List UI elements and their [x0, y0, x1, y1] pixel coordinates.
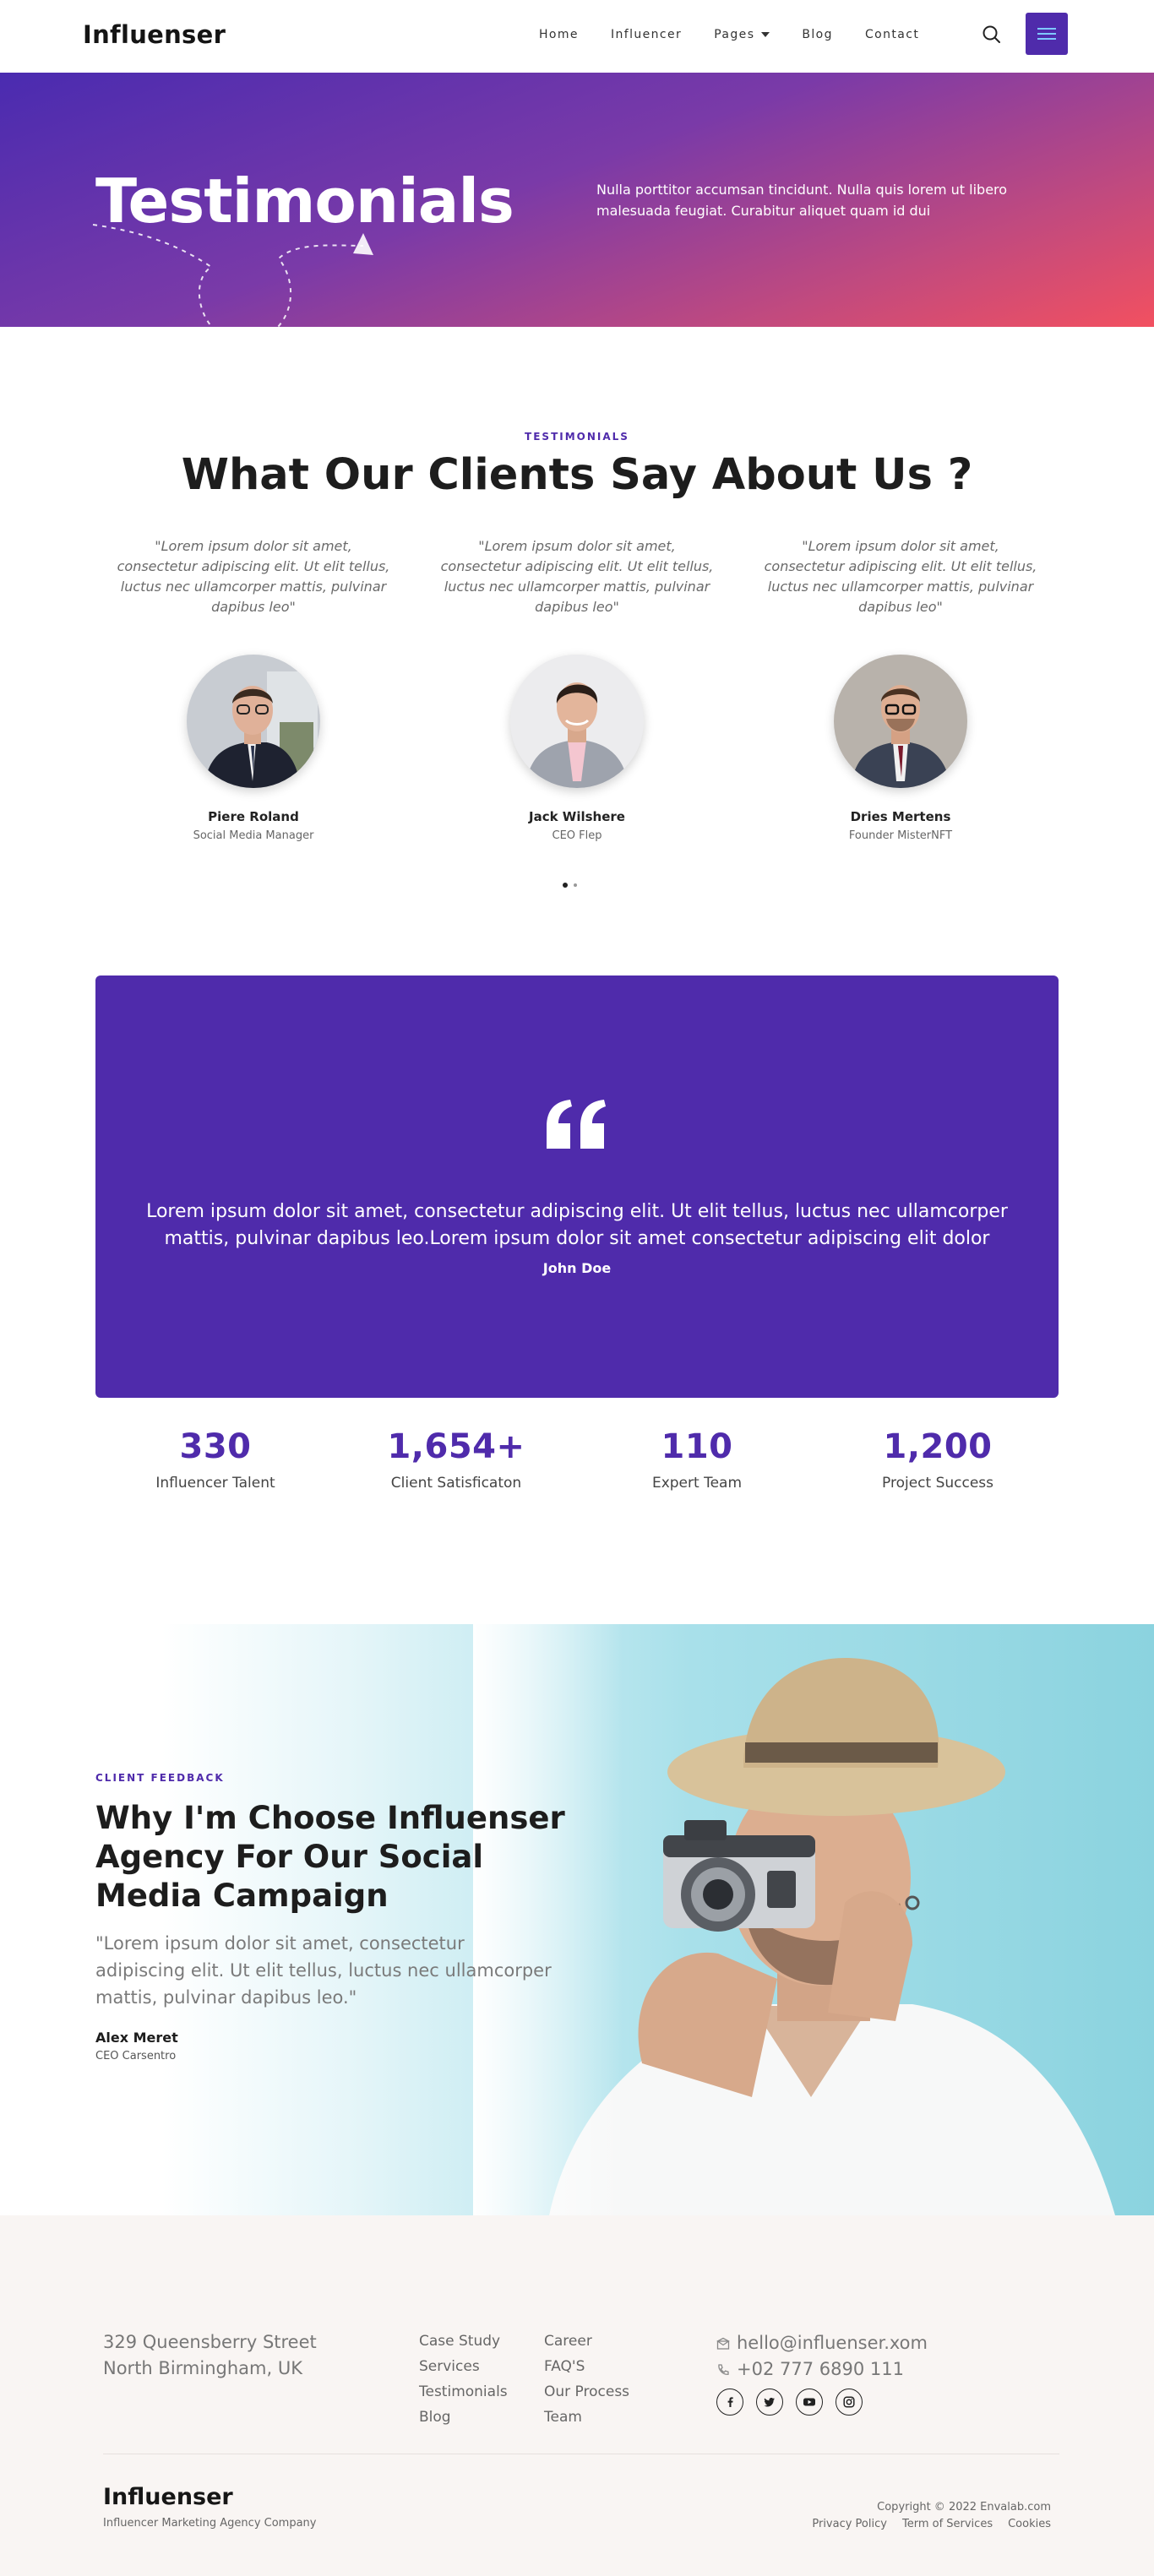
avatar — [187, 655, 320, 788]
testimonial-card: "Lorem ipsum dolor sit amet, consectetur… — [438, 536, 716, 842]
mail-icon — [716, 2337, 730, 2350]
search-icon[interactable] — [981, 24, 1003, 46]
footer-phone[interactable]: +02 777 6890 111 — [716, 2356, 928, 2383]
phone-text: +02 777 6890 111 — [737, 2359, 904, 2379]
photographer-image — [473, 1624, 1154, 2215]
nav-influencer[interactable]: Influencer — [611, 28, 682, 41]
avatar — [834, 655, 967, 788]
twitter-icon[interactable] — [756, 2389, 783, 2416]
testimonial-name: Jack Wilshere — [529, 809, 625, 824]
nav-blog[interactable]: Blog — [802, 28, 833, 41]
feedback-quote: "Lorem ipsum dolor sit amet, consectetur… — [95, 1933, 552, 2008]
stat-label: Influencer Talent — [155, 1475, 275, 1492]
stat-item: 1,200 Project Success — [832, 1427, 1043, 1492]
testimonial-quote: "Lorem ipsum dolor sit amet, consectetur… — [764, 538, 1037, 615]
footer-links-column: Career FAQ'S Our Process Team — [544, 2329, 629, 2430]
footer-link-blog[interactable]: Blog — [419, 2405, 508, 2430]
page-title: Testimonials — [95, 166, 514, 236]
feedback-author-role: CEO Carsentro — [95, 2050, 177, 2062]
email-text: hello@influenser.xom — [737, 2333, 928, 2353]
nav-contact[interactable]: Contact — [865, 28, 919, 41]
quote-icon — [95, 1098, 1059, 1155]
footer-address: 329 Queensberry Street North Birmingham,… — [103, 2329, 317, 2382]
testimonial-name: Piere Roland — [208, 809, 299, 824]
footer-email[interactable]: hello@influenser.xom — [716, 2330, 928, 2356]
stat-value: 110 — [661, 1427, 733, 1466]
nav-pages[interactable]: Pages — [714, 28, 770, 41]
footer-logo[interactable]: Influenser — [103, 2484, 233, 2510]
testimonial-quote: "Lorem ipsum dolor sit amet, consectetur… — [440, 538, 714, 615]
terms-of-service-link[interactable]: Term of Services — [902, 2518, 993, 2530]
footer-contact: hello@influenser.xom +02 777 6890 111 — [716, 2330, 928, 2383]
page-hero: Testimonials Nulla porttitor accumsan ti… — [0, 73, 1154, 345]
section-eyebrow: CLIENT FEEDBACK — [95, 1772, 225, 1784]
facebook-icon[interactable] — [716, 2389, 743, 2416]
footer-link-faqs[interactable]: FAQ'S — [544, 2354, 629, 2379]
legal-links: Privacy Policy Term of Services Cookies — [812, 2518, 1051, 2530]
footer-link-services[interactable]: Services — [419, 2354, 508, 2379]
testimonial-card: "Lorem ipsum dolor sit amet, consectetur… — [114, 536, 393, 842]
stat-value: 1,200 — [883, 1427, 993, 1466]
testimonial-name: Dries Mertens — [850, 809, 951, 824]
site-footer: 329 Queensberry Street North Birmingham,… — [0, 2215, 1154, 2576]
testimonial-quote: "Lorem ipsum dolor sit amet, consectetur… — [117, 538, 390, 615]
section-heading: Why I'm Choose Influenser Agency For Our… — [95, 1800, 565, 1914]
copyright-text: Copyright © 2022 Envalab.com — [877, 2501, 1051, 2514]
footer-tagline: Influencer Marketing Agency Company — [103, 2517, 317, 2530]
footer-link-team[interactable]: Team — [544, 2405, 629, 2430]
social-links — [716, 2389, 863, 2416]
client-feedback-section: CLIENT FEEDBACK Why I'm Choose Influense… — [0, 1624, 1154, 2215]
featured-quote-text: Lorem ipsum dolor sit amet, consectetur … — [146, 1201, 1008, 1249]
section-eyebrow: TESTIMONIALS — [525, 431, 629, 443]
feedback-author-name: Alex Meret — [95, 2030, 178, 2046]
carousel-dot[interactable] — [574, 883, 577, 887]
stat-item: 330 Influencer Talent — [110, 1427, 321, 1492]
avatar — [510, 655, 644, 788]
carousel-dot-active[interactable] — [563, 883, 568, 888]
carousel-dots — [563, 883, 577, 888]
testimonial-card: "Lorem ipsum dolor sit amet, consectetur… — [761, 536, 1040, 842]
chevron-down-icon — [761, 32, 770, 37]
footer-link-case-study[interactable]: Case Study — [419, 2329, 508, 2354]
youtube-icon[interactable] — [796, 2389, 823, 2416]
footer-link-career[interactable]: Career — [544, 2329, 629, 2354]
footer-links-column: Case Study Services Testimonials Blog — [419, 2329, 508, 2430]
phone-icon — [718, 2363, 729, 2375]
stat-label: Project Success — [882, 1475, 993, 1492]
section-heading: What Our Clients Say About Us ? — [181, 450, 973, 500]
footer-link-testimonials[interactable]: Testimonials — [419, 2379, 508, 2405]
site-logo[interactable]: Influenser — [83, 20, 226, 49]
nav-home[interactable]: Home — [539, 28, 579, 41]
stat-item: 110 Expert Team — [591, 1427, 803, 1492]
address-line: North Birmingham, UK — [103, 2358, 302, 2378]
featured-quote-author: John Doe — [542, 1260, 612, 1276]
cookies-link[interactable]: Cookies — [1008, 2518, 1051, 2530]
testimonial-role: Social Media Manager — [193, 829, 314, 842]
stat-value: 1,654+ — [387, 1427, 525, 1466]
stat-label: Expert Team — [651, 1475, 743, 1492]
stat-value: 330 — [179, 1427, 252, 1466]
stat-label: Client Satisficaton — [390, 1475, 522, 1492]
main-nav: Home Influencer Pages Blog Contact — [539, 28, 951, 41]
site-header: Influenser Home Influencer Pages Blog Co… — [0, 0, 1154, 73]
featured-quote-card: Lorem ipsum dolor sit amet, consectetur … — [95, 976, 1059, 1398]
hero-description: Nulla porttitor accumsan tincidunt. Null… — [596, 182, 1008, 219]
footer-link-our-process[interactable]: Our Process — [544, 2379, 629, 2405]
privacy-policy-link[interactable]: Privacy Policy — [812, 2518, 887, 2530]
testimonial-role: CEO Flep — [552, 829, 602, 842]
nav-pages-label: Pages — [714, 28, 755, 41]
testimonial-role: Founder MisterNFT — [848, 829, 953, 842]
hamburger-menu-icon[interactable] — [1026, 13, 1068, 55]
instagram-icon[interactable] — [836, 2389, 863, 2416]
stat-item: 1,654+ Client Satisficaton — [351, 1427, 562, 1492]
address-line: 329 Queensberry Street — [103, 2332, 317, 2352]
